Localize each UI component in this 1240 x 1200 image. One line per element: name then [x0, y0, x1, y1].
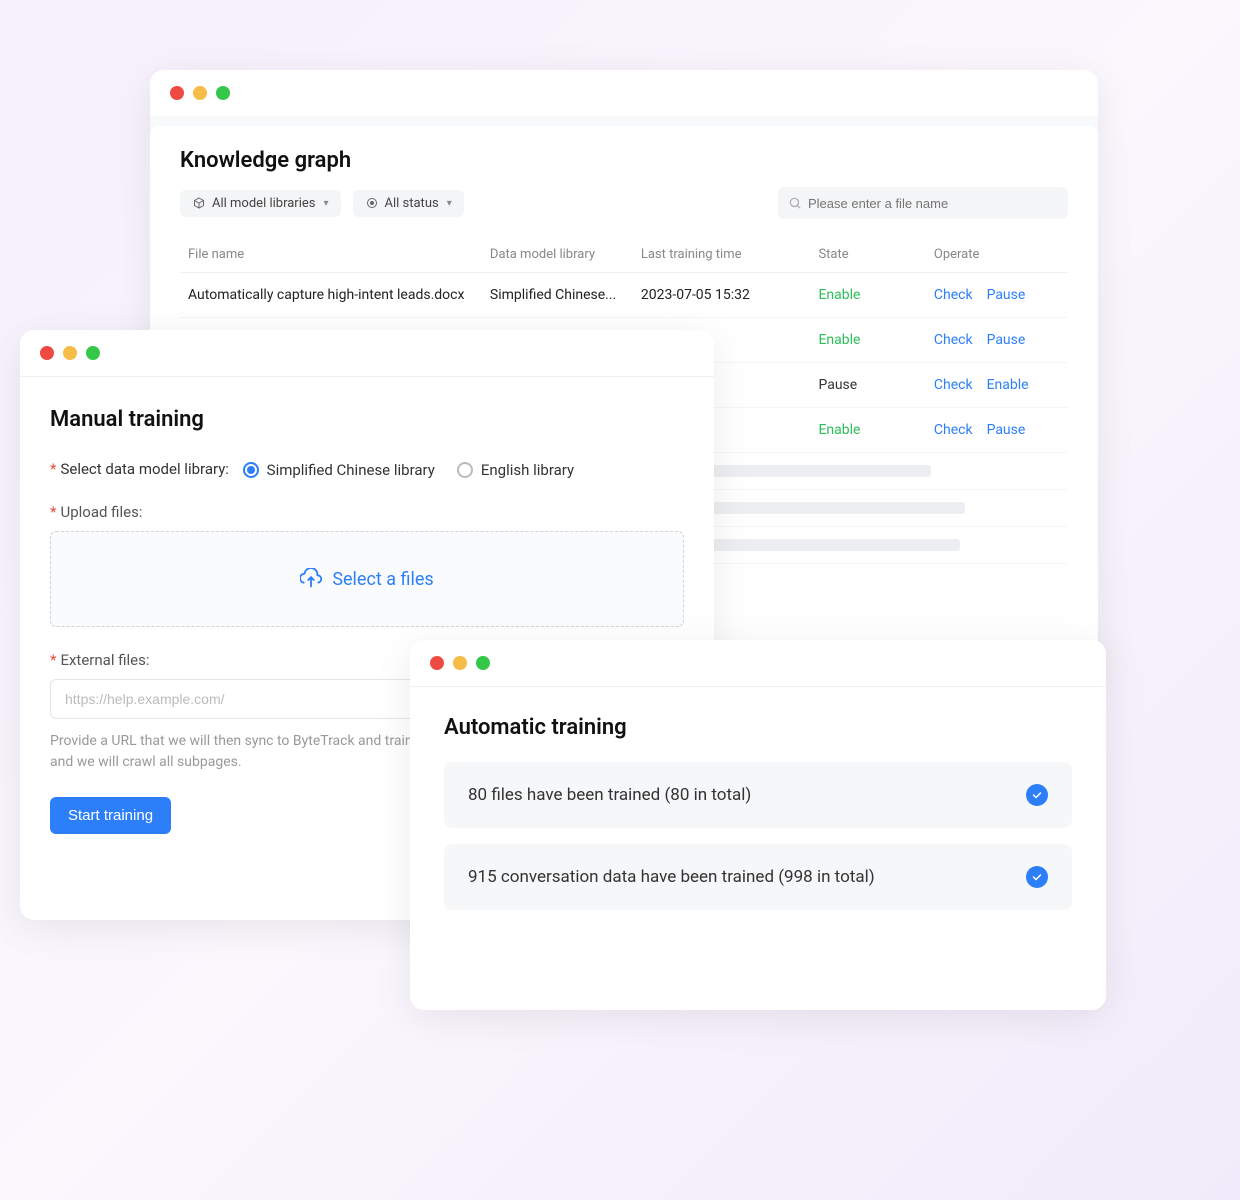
- cell-state: Enable: [810, 273, 925, 318]
- table-row: Automatically capture high-intent leads.…: [180, 273, 1068, 318]
- minimize-icon[interactable]: [453, 656, 467, 670]
- cell-operate: Check Pause: [926, 273, 1068, 318]
- model-select-row: *Select data model library: Simplified C…: [50, 460, 684, 479]
- panel-title: Automatic training: [444, 715, 1072, 740]
- check-circle-icon: [1026, 784, 1048, 806]
- col-operate: Operate: [926, 237, 1068, 273]
- search-input-wrapper[interactable]: [778, 187, 1068, 219]
- status-text: 80 files have been trained (80 in total): [468, 785, 751, 805]
- cell-state: Enable: [810, 318, 925, 363]
- kg-titlebar: [150, 70, 1098, 116]
- cell-file: Automatically capture high-intent leads.…: [180, 273, 482, 318]
- minimize-icon[interactable]: [193, 86, 207, 100]
- maximize-icon[interactable]: [476, 656, 490, 670]
- close-icon[interactable]: [430, 656, 444, 670]
- model-library-filter[interactable]: All model libraries ▾: [180, 190, 341, 217]
- search-icon: [788, 196, 802, 210]
- cell-lib: Simplified Chinese...: [482, 273, 633, 318]
- upload-icon: [300, 568, 322, 590]
- training-status-item[interactable]: 80 files have been trained (80 in total): [444, 762, 1072, 828]
- col-lib: Data model library: [482, 237, 633, 273]
- col-state: State: [810, 237, 925, 273]
- chevron-down-icon: ▾: [323, 198, 328, 209]
- chevron-down-icon: ▾: [447, 198, 452, 209]
- toggle-link[interactable]: Pause: [987, 287, 1026, 303]
- filter-label: All status: [385, 196, 439, 211]
- toggle-link[interactable]: Pause: [987, 422, 1026, 438]
- maximize-icon[interactable]: [216, 86, 230, 100]
- radio-icon: [457, 462, 473, 478]
- automatic-training-window: Automatic training 80 files have been tr…: [410, 640, 1106, 1010]
- radio-icon: [243, 462, 259, 478]
- start-training-button[interactable]: Start training: [50, 797, 171, 834]
- select-label: Select data model library:: [60, 460, 228, 478]
- filter-label: All model libraries: [212, 196, 315, 211]
- cell-operate: Check Pause: [926, 318, 1068, 363]
- cell-operate: Check Enable: [926, 363, 1068, 408]
- radio-english[interactable]: English library: [457, 461, 574, 479]
- training-status-item[interactable]: 915 conversation data have been trained …: [444, 844, 1072, 910]
- status-icon: [365, 196, 379, 210]
- status-text: 915 conversation data have been trained …: [468, 867, 875, 887]
- mt-titlebar: [20, 330, 714, 376]
- panel-title: Manual training: [50, 407, 684, 432]
- minimize-icon[interactable]: [63, 346, 77, 360]
- status-filter[interactable]: All status ▾: [353, 190, 464, 217]
- upload-label: Upload files:: [60, 503, 142, 521]
- close-icon[interactable]: [40, 346, 54, 360]
- cell-state: Enable: [810, 408, 925, 453]
- check-link[interactable]: Check: [934, 377, 973, 393]
- upload-label-row: *Upload files:: [50, 503, 684, 521]
- radio-label: Simplified Chinese library: [267, 461, 435, 479]
- radio-label: English library: [481, 461, 574, 479]
- toggle-link[interactable]: Enable: [987, 377, 1029, 393]
- col-file: File name: [180, 237, 482, 273]
- search-input[interactable]: [808, 196, 1058, 211]
- check-link[interactable]: Check: [934, 332, 973, 348]
- cell-time: 2023-07-05 15:32: [633, 273, 811, 318]
- cube-icon: [192, 196, 206, 210]
- maximize-icon[interactable]: [86, 346, 100, 360]
- page-title: Knowledge graph: [180, 148, 1068, 173]
- kg-controls: All model libraries ▾ All status ▾: [180, 187, 1068, 219]
- check-link[interactable]: Check: [934, 422, 973, 438]
- at-content: Automatic training 80 files have been tr…: [410, 687, 1106, 954]
- col-time: Last training time: [633, 237, 811, 273]
- upload-dropzone[interactable]: Select a files: [50, 531, 684, 627]
- toggle-link[interactable]: Pause: [987, 332, 1026, 348]
- upload-action-text: Select a files: [332, 569, 433, 590]
- external-label: External files:: [60, 651, 149, 669]
- close-icon[interactable]: [170, 86, 184, 100]
- check-link[interactable]: Check: [934, 287, 973, 303]
- check-circle-icon: [1026, 866, 1048, 888]
- at-titlebar: [410, 640, 1106, 686]
- radio-simplified-chinese[interactable]: Simplified Chinese library: [243, 461, 435, 479]
- cell-operate: Check Pause: [926, 408, 1068, 453]
- cell-state: Pause: [810, 363, 925, 408]
